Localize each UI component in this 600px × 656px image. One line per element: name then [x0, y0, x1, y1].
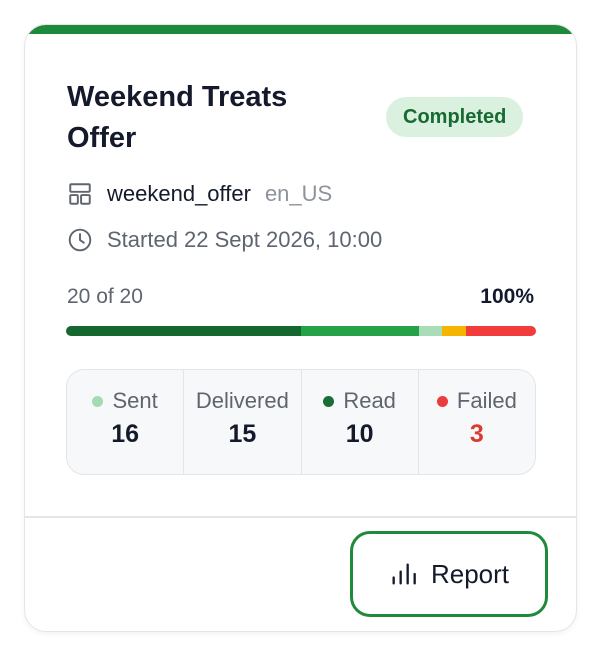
- template-row: weekend_offer en_US: [67, 181, 332, 207]
- progress-segment-read: [418, 326, 442, 336]
- stat-value: 16: [111, 420, 140, 448]
- bar-chart-icon: [392, 563, 416, 585]
- progress-segment-failed: [465, 326, 536, 336]
- delivery-progress-bar: [66, 326, 536, 336]
- progress-segment-sent_deep: [66, 326, 301, 336]
- report-button[interactable]: Report: [350, 531, 548, 617]
- stat-value: 15: [228, 420, 257, 448]
- started-time: Started 22 Sept 2026, 10:00: [107, 227, 383, 252]
- campaign-card: Weekend Treats Offer Completed weekend_o…: [24, 24, 577, 632]
- stat-value: 3: [469, 420, 484, 448]
- stat-label: Read: [323, 388, 396, 414]
- stat-delivered: Delivered 15: [184, 370, 302, 474]
- clock-icon: [68, 228, 92, 252]
- progress-segment-pending: [442, 326, 466, 336]
- status-dot-icon: [323, 395, 335, 407]
- stat-label: Sent: [92, 388, 158, 414]
- stat-sent: Sent 16: [67, 370, 185, 474]
- template-name: weekend_offer: [107, 181, 251, 206]
- stats-panel: Sent 16 Delivered 15 Read 10 Failed 3: [66, 369, 536, 475]
- template-locale: en_US: [264, 181, 333, 206]
- stat-label: Delivered: [196, 388, 289, 414]
- status-accent-bar: [25, 25, 576, 34]
- stat-label: Failed: [436, 388, 517, 414]
- status-badge: Completed: [386, 97, 524, 137]
- progress-count: 20 of 20: [67, 285, 143, 308]
- campaign-title: Weekend Treats Offer: [67, 81, 288, 154]
- stat-label-text: Failed: [456, 388, 517, 413]
- progress-percent: 100%: [480, 285, 534, 308]
- stat-label-text: Read: [343, 388, 396, 413]
- started-row: Started 22 Sept 2026, 10:00: [67, 227, 382, 253]
- stat-failed: Failed 3: [419, 370, 535, 474]
- template-layout-icon: [69, 183, 91, 205]
- report-button-label: Report: [430, 558, 510, 589]
- status-dot-icon: [436, 395, 448, 407]
- footer-divider: [25, 516, 576, 518]
- stat-value: 10: [345, 420, 374, 448]
- stat-label-text: Sent: [112, 388, 158, 413]
- stat-label-text: Delivered: [195, 388, 289, 413]
- stat-read: Read 10: [302, 370, 419, 474]
- status-dot-icon: [92, 395, 104, 407]
- progress-segment-delivered: [301, 326, 419, 336]
